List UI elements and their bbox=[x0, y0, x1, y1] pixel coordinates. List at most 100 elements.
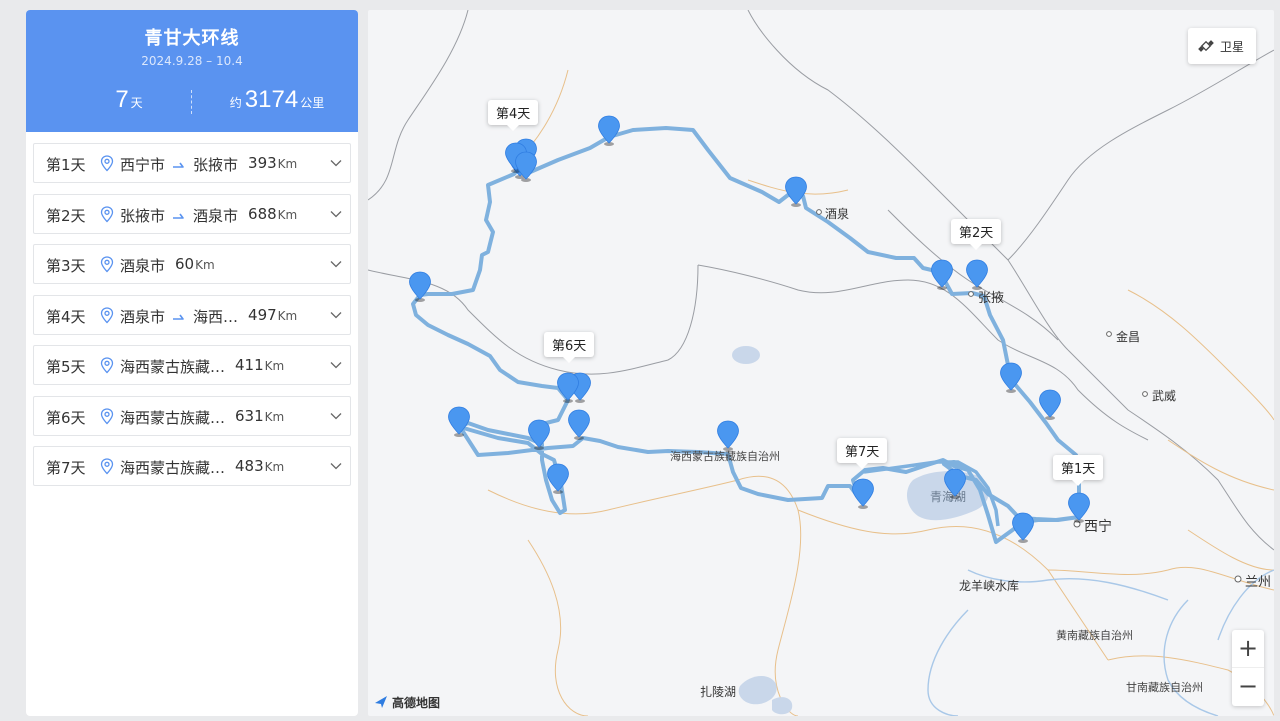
lake bbox=[732, 346, 760, 364]
day-row-3[interactable]: 第3天 酒泉市 60Km bbox=[33, 244, 351, 284]
day-distance-unit: Km bbox=[277, 207, 298, 222]
map-marker-icon[interactable] bbox=[527, 419, 551, 451]
satellite-toggle-button[interactable]: 卫星 bbox=[1188, 28, 1256, 64]
callout-day6[interactable]: 第6天 bbox=[544, 332, 595, 363]
map-label-gannan: 甘南藏族自治州 bbox=[1126, 681, 1203, 694]
map-marker-icon[interactable] bbox=[447, 406, 471, 438]
day-distance-value: 497 bbox=[248, 305, 277, 324]
day-distance-unit: Km bbox=[277, 157, 298, 171]
day-distance-value: 60 bbox=[175, 255, 195, 273]
day-distance: 483Km bbox=[235, 457, 284, 475]
route-map[interactable]: 酒泉 张掖 金昌 武威 西宁 兰州 青海湖 龙羊峡水库 海西蒙古族藏族自治州 黄… bbox=[368, 10, 1274, 716]
map-provider-name: 高德地图 bbox=[392, 696, 441, 710]
trip-distance-number: 3174 bbox=[244, 86, 299, 113]
trip-stats: 7天 约 3174 公里 bbox=[26, 86, 358, 116]
day-label: 第1天 bbox=[46, 156, 86, 174]
map-marker-icon[interactable] bbox=[597, 115, 621, 147]
day-row-7[interactable]: 第7天 海西蒙古族藏… 483Km bbox=[33, 446, 351, 486]
map-marker-icon[interactable] bbox=[851, 478, 875, 510]
zoom-out-button[interactable]: − bbox=[1232, 668, 1264, 706]
map-marker-icon[interactable] bbox=[716, 420, 740, 452]
day-row-4[interactable]: 第4天 酒泉市 海西… 497Km bbox=[33, 294, 351, 335]
day-to: 酒泉市 bbox=[193, 206, 239, 225]
day-distance: 631Km bbox=[235, 407, 284, 425]
location-pin-icon bbox=[100, 256, 114, 273]
map-marker-icon[interactable] bbox=[930, 259, 954, 291]
day-from: 酒泉市 bbox=[120, 307, 166, 326]
day-distance-value: 631 bbox=[235, 406, 264, 425]
callout-day2[interactable]: 第2天 bbox=[951, 219, 1002, 250]
map-label-zhaling: 扎陵湖 bbox=[700, 685, 737, 699]
boundary-line bbox=[1007, 49, 1274, 261]
day-to: 张掖市 bbox=[193, 156, 239, 174]
trip-distance-prefix: 约 bbox=[229, 96, 242, 110]
day-row-2[interactable]: 第2天 张掖市 酒泉市 688Km bbox=[33, 193, 351, 234]
zoom-in-button[interactable]: + bbox=[1232, 630, 1264, 668]
callout-day4[interactable]: 第4天 bbox=[488, 100, 539, 131]
trip-distance-unit: 公里 bbox=[300, 96, 325, 110]
day-distance-unit: Km bbox=[277, 308, 298, 323]
trip-days-number: 7 bbox=[115, 86, 129, 113]
trip-summary-header: 青甘大环线 2024.9.28 – 10.4 7天 约 3174 公里 bbox=[26, 10, 358, 132]
chevron-down-icon[interactable] bbox=[330, 462, 342, 470]
boundary-line bbox=[527, 539, 589, 716]
day-from: 海西蒙古族藏… bbox=[120, 358, 226, 376]
trip-title: 青甘大环线 bbox=[144, 28, 240, 49]
day-row-6[interactable]: 第6天 海西蒙古族藏… 631Km bbox=[33, 395, 351, 436]
location-pin-icon bbox=[100, 306, 114, 323]
day-distance: 60Km bbox=[175, 255, 215, 273]
callout-day1[interactable]: 第1天 bbox=[1053, 455, 1104, 486]
trip-days-unit: 天 bbox=[130, 96, 143, 110]
day-row-5[interactable]: 第5天 海西蒙古族藏… 411Km bbox=[33, 345, 351, 385]
map-marker-icon[interactable] bbox=[546, 463, 570, 495]
chevron-down-icon[interactable] bbox=[330, 361, 342, 369]
route-arrow-icon bbox=[173, 162, 184, 168]
map-marker-icon[interactable] bbox=[1038, 389, 1062, 421]
map-marker-icon[interactable] bbox=[999, 362, 1023, 394]
callout-day7[interactable]: 第7天 bbox=[837, 438, 888, 469]
chevron-down-icon[interactable] bbox=[330, 311, 342, 319]
location-pin-icon bbox=[100, 407, 114, 424]
city-dot bbox=[816, 209, 822, 215]
day-distance-unit: Km bbox=[195, 258, 215, 272]
day-label: 第3天 bbox=[46, 257, 86, 275]
trip-distance-stat: 约 3174 公里 bbox=[222, 86, 332, 116]
map-marker-icon[interactable] bbox=[567, 409, 591, 441]
map-marker-icon[interactable] bbox=[965, 259, 989, 291]
day-label: 第7天 bbox=[46, 459, 86, 477]
map-marker-icon[interactable] bbox=[514, 151, 538, 183]
map-marker-icon[interactable] bbox=[556, 372, 580, 404]
amap-logo-icon bbox=[375, 696, 387, 708]
chevron-down-icon[interactable] bbox=[330, 260, 342, 268]
route-arrow-icon bbox=[173, 213, 184, 219]
map-label-longyangxia: 龙羊峡水库 bbox=[959, 579, 1020, 593]
day-from: 西宁市 bbox=[120, 156, 166, 174]
boundary-line bbox=[1127, 289, 1274, 421]
day-distance-value: 411 bbox=[235, 356, 264, 374]
stats-divider bbox=[191, 90, 192, 114]
map-label-lanzhou: 兰州 bbox=[1245, 575, 1272, 590]
day-from: 海西蒙古族藏… bbox=[120, 459, 226, 477]
chevron-down-icon[interactable] bbox=[330, 159, 342, 167]
river-line bbox=[927, 609, 969, 716]
day-label: 第6天 bbox=[46, 408, 86, 427]
location-pin-icon bbox=[100, 155, 114, 172]
day-from: 海西蒙古族藏… bbox=[120, 408, 226, 427]
map-marker-icon[interactable] bbox=[1067, 492, 1091, 524]
map-marker-icon[interactable] bbox=[784, 176, 808, 208]
day-label: 第2天 bbox=[46, 206, 86, 225]
map-marker-icon[interactable] bbox=[943, 468, 967, 500]
day-distance: 688Km bbox=[248, 205, 297, 223]
city-dot bbox=[968, 291, 974, 297]
map-marker-icon[interactable] bbox=[1011, 512, 1035, 544]
trip-dates: 2024.9.28 – 10.4 bbox=[141, 54, 243, 68]
satellite-label: 卫星 bbox=[1220, 40, 1245, 54]
route-arrow-icon bbox=[173, 314, 184, 320]
map-marker-icon[interactable] bbox=[408, 271, 432, 303]
itinerary-panel: 青甘大环线 2024.9.28 – 10.4 7天 约 3174 公里 第1天 西宁… bbox=[26, 10, 358, 716]
chevron-down-icon[interactable] bbox=[330, 210, 342, 218]
chevron-down-icon[interactable] bbox=[330, 412, 342, 420]
day-distance: 411Km bbox=[235, 356, 284, 374]
day-row-1[interactable]: 第1天 西宁市 张掖市 393Km bbox=[33, 143, 351, 183]
map-label-jiuquan: 酒泉 bbox=[825, 207, 850, 221]
